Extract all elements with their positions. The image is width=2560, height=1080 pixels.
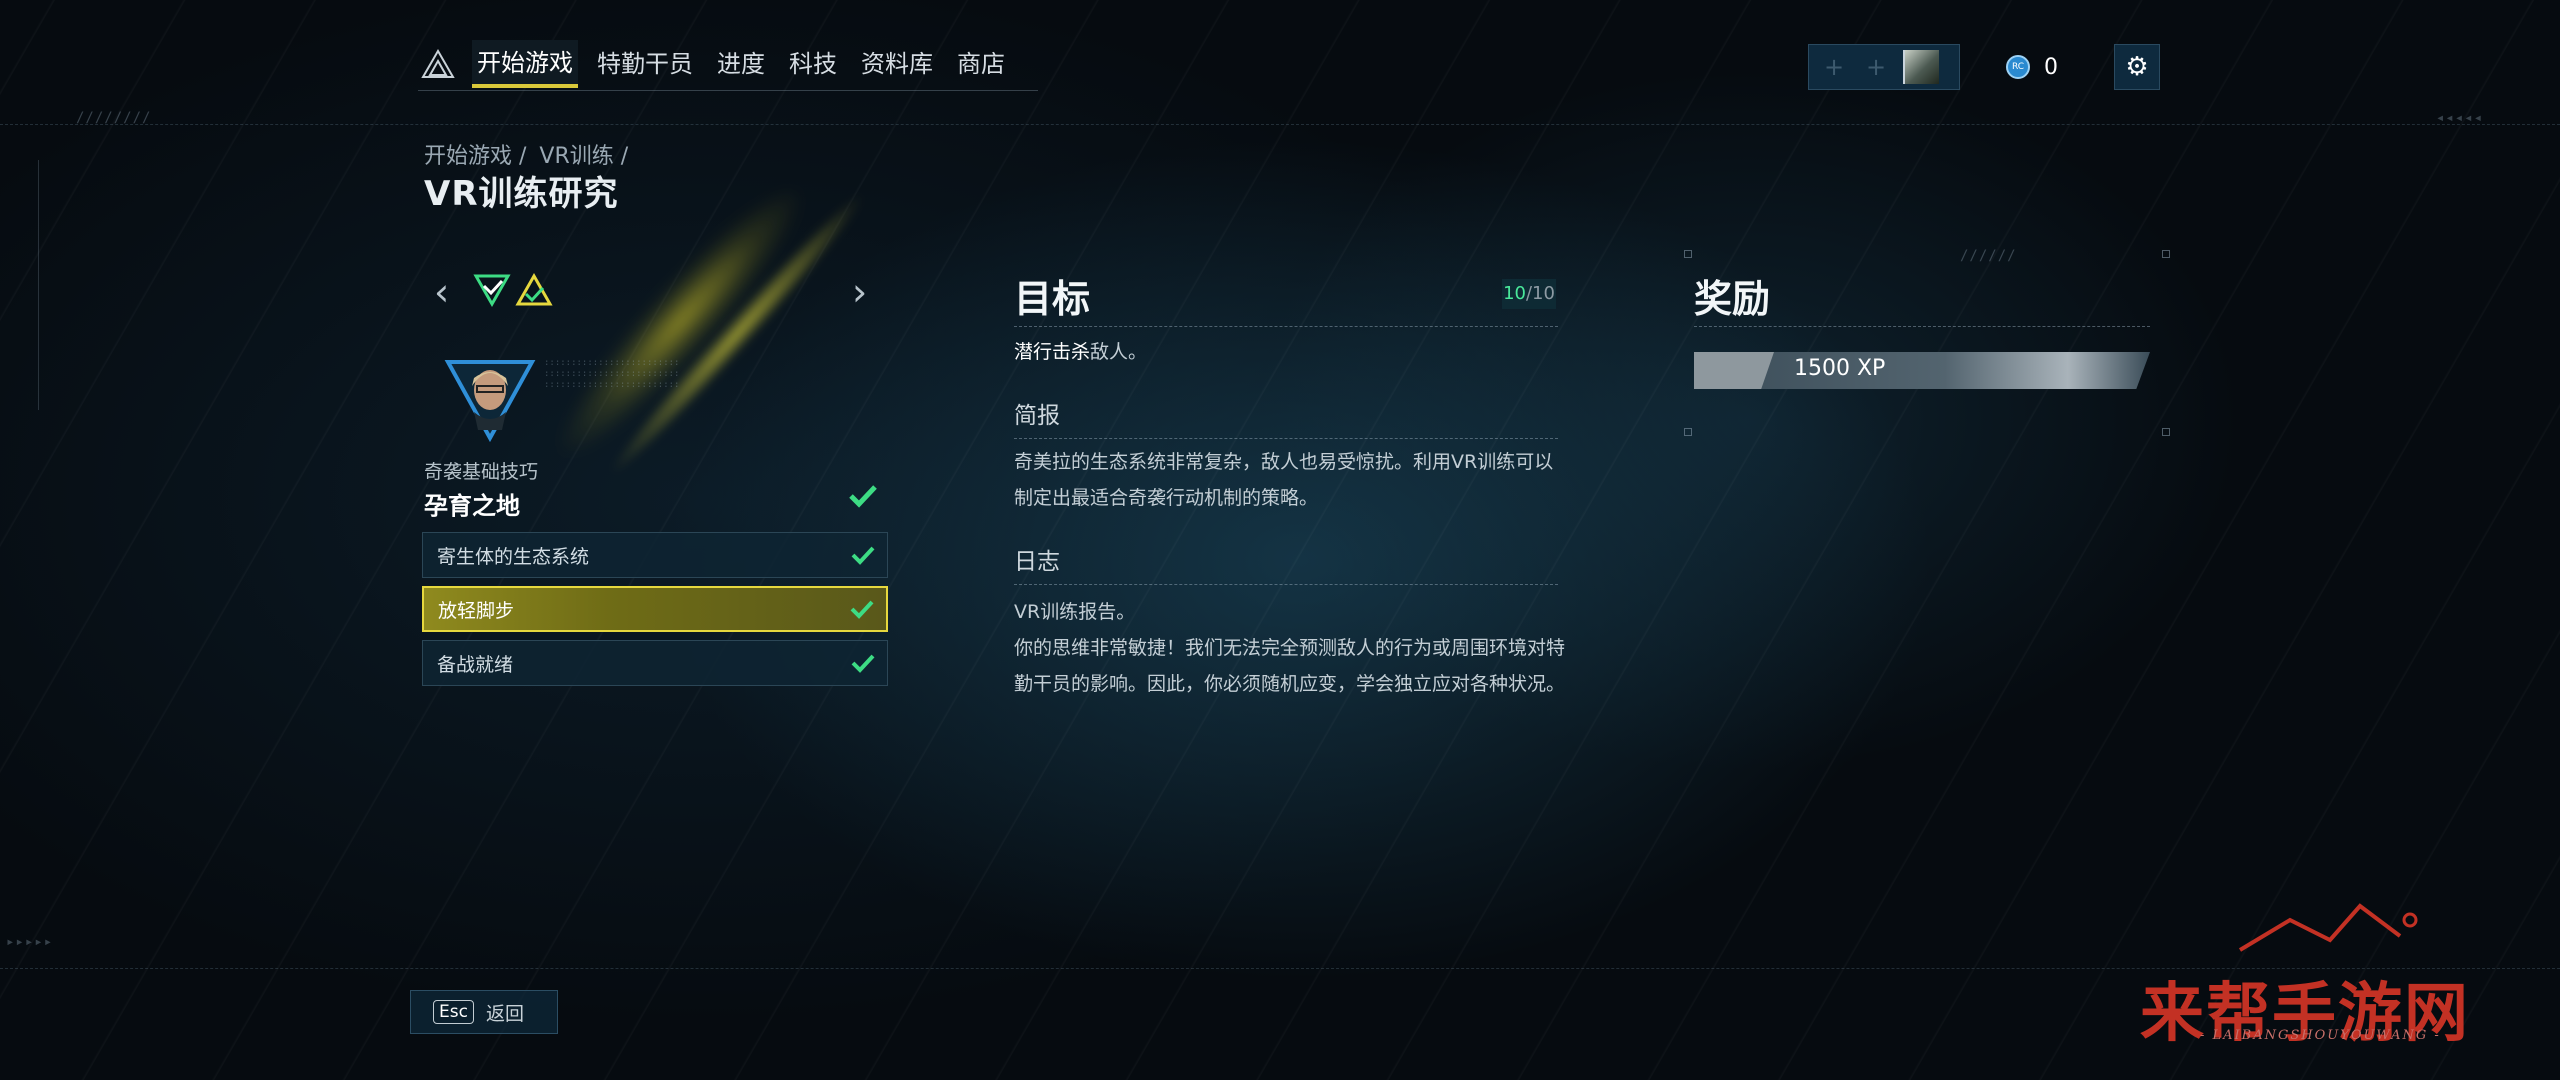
check-badge-icon bbox=[473, 274, 511, 308]
back-button[interactable]: Esc 返回 bbox=[410, 990, 558, 1034]
corner-mark bbox=[2162, 250, 2170, 258]
back-label: 返回 bbox=[485, 1002, 524, 1025]
objective-goal: 潜行击杀敌人。 bbox=[1014, 334, 1566, 370]
reward-bar-stripe bbox=[1694, 352, 1774, 389]
deco-arrows: ▸▸▸▸▸ bbox=[6, 934, 54, 950]
watermark-roof-icon bbox=[2238, 903, 2418, 952]
currency-value: 0 bbox=[2044, 54, 2058, 80]
tab-play[interactable]: 开始游戏 bbox=[472, 40, 578, 88]
goal-highlight: 潜行击杀 bbox=[1014, 341, 1091, 363]
objective-count: 10/10 bbox=[1502, 279, 1556, 309]
settings-button[interactable]: ⚙ bbox=[2114, 44, 2160, 90]
squad-slots[interactable]: + + bbox=[1808, 44, 1960, 90]
course-subtitle: 奇袭基础技巧 bbox=[424, 461, 539, 483]
dashed-divider bbox=[1014, 584, 1558, 585]
currency-display: RC 0 bbox=[2006, 55, 2058, 80]
count-total: /10 bbox=[1525, 283, 1555, 304]
brief-text: 奇美拉的生态系统非常复杂，敌人也易受惊扰。利用VR训练可以制定出最适合奇袭行动机… bbox=[1014, 451, 1554, 509]
lesson-label: 寄生体的生态系统 bbox=[437, 545, 590, 568]
lesson-item[interactable]: 寄生体的生态系统 bbox=[422, 532, 888, 578]
course-badges bbox=[472, 272, 556, 308]
watermark: 来帮手游网 - LAIBANGSHOUYOUWANG - bbox=[2140, 900, 2480, 1080]
dashed-divider bbox=[1694, 326, 2150, 327]
lesson-list: 寄生体的生态系统 放轻脚步 备战就绪 bbox=[422, 532, 888, 694]
check-icon bbox=[851, 546, 875, 565]
tab-database[interactable]: 资料库 bbox=[856, 41, 938, 87]
empty-slot-icon[interactable]: + bbox=[1859, 50, 1893, 84]
chevron-left-icon[interactable]: ‹ bbox=[434, 270, 449, 314]
divider-line bbox=[0, 124, 2560, 125]
empty-slot-icon[interactable]: + bbox=[1817, 50, 1851, 84]
brief-heading: 简报 bbox=[1014, 403, 1060, 429]
gear-icon: ⚙ bbox=[2125, 52, 2149, 82]
esc-key: Esc bbox=[433, 1000, 474, 1024]
chevron-right-icon[interactable]: › bbox=[852, 270, 867, 314]
corner-mark bbox=[1684, 428, 1692, 436]
log-line-2: 你的思维非常敏捷！我们无法完全预测敌人的行为或周围环境对特勤干员的影响。因此，你… bbox=[1014, 637, 1566, 695]
deco-line bbox=[38, 160, 39, 410]
corner-mark bbox=[1684, 250, 1692, 258]
deco-marks: ////// bbox=[1960, 248, 2017, 264]
deco-arrows: ◂◂◂◂◂ bbox=[2436, 110, 2484, 126]
player-avatar[interactable] bbox=[1903, 50, 1939, 84]
currency-icon: RC bbox=[2006, 55, 2030, 79]
goal-rest: 敌人。 bbox=[1090, 341, 1148, 363]
reward-xp: 1500 XP bbox=[1794, 356, 1886, 381]
deco-data: ::::::::::::::::::::::::::::::::::::::::… bbox=[544, 358, 680, 390]
lesson-label: 放轻脚步 bbox=[438, 599, 515, 622]
deco-marks: //////// bbox=[76, 110, 152, 126]
check-badge-icon bbox=[515, 272, 553, 306]
tab-tech[interactable]: 科技 bbox=[784, 41, 842, 87]
count-done: 10 bbox=[1503, 283, 1526, 304]
log-heading: 日志 bbox=[1014, 549, 1060, 575]
tab-progress[interactable]: 进度 bbox=[712, 41, 770, 87]
lesson-label: 备战就绪 bbox=[437, 653, 514, 676]
check-icon bbox=[851, 654, 875, 673]
lesson-item-selected[interactable]: 放轻脚步 bbox=[422, 586, 888, 632]
page-title: VR训练研究 bbox=[424, 174, 619, 214]
check-icon bbox=[850, 600, 874, 619]
top-nav: 开始游戏 特勤干员 进度 科技 资料库 商店 bbox=[418, 38, 1024, 90]
top-right-bar: + + RC 0 ⚙ bbox=[1808, 44, 2160, 90]
rewards-heading: 奖励 bbox=[1694, 277, 1771, 321]
operator-portrait bbox=[444, 360, 536, 442]
game-logo-icon[interactable] bbox=[418, 44, 458, 84]
tab-store[interactable]: 商店 bbox=[952, 41, 1010, 87]
dashed-divider bbox=[1014, 438, 1558, 439]
objective-heading: 目标 bbox=[1014, 277, 1091, 321]
check-icon bbox=[849, 485, 877, 508]
tab-operators[interactable]: 特勤干员 bbox=[592, 41, 698, 87]
lesson-item[interactable]: 备战就绪 bbox=[422, 640, 888, 686]
nav-underline bbox=[418, 90, 1038, 91]
log-line-1: VR训练报告。 bbox=[1014, 601, 1136, 623]
corner-mark bbox=[2162, 428, 2170, 436]
watermark-subtext: - LAIBANGSHOUYOUWANG - bbox=[2200, 1028, 2441, 1043]
dashed-divider bbox=[1014, 326, 1558, 327]
course-title: 孕育之地 bbox=[424, 492, 520, 520]
